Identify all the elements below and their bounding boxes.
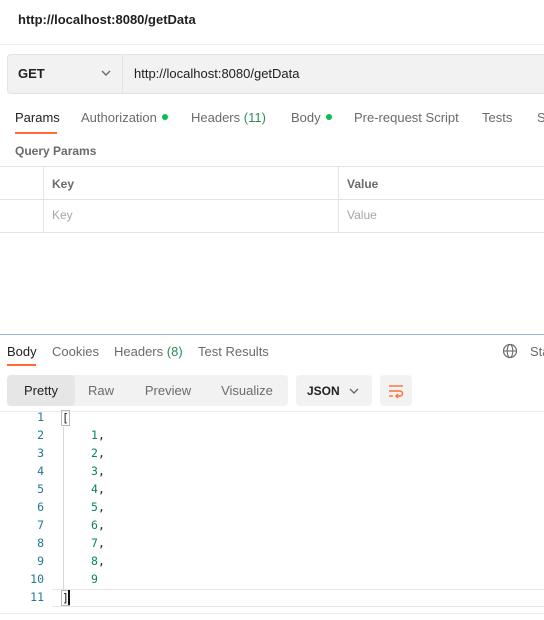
tab-settings[interactable]: S: [537, 110, 544, 125]
table-border: [43, 166, 44, 233]
code-open-bracket: [: [61, 410, 70, 426]
status-dot-icon: [161, 114, 168, 120]
tab-headers-label: Headers: [191, 110, 241, 125]
chevron-down-icon: [349, 388, 359, 394]
tab-headers[interactable]: Headers (11): [191, 110, 266, 125]
table-border: [0, 232, 544, 233]
method-select[interactable]: GET: [18, 66, 45, 81]
url-input[interactable]: http://localhost:8080/getData: [134, 66, 300, 81]
text-cursor: [68, 590, 70, 605]
title-divider: [0, 44, 544, 45]
view-preview-button[interactable]: Preview: [136, 375, 200, 406]
query-params-title: Query Params: [15, 144, 97, 158]
tab-cookies[interactable]: Cookies: [52, 344, 99, 359]
request-title: http://localhost:8080/getData: [18, 12, 196, 27]
value-input[interactable]: Value: [347, 208, 377, 222]
table-border: [338, 166, 339, 233]
tab-body[interactable]: Body: [291, 110, 332, 125]
active-tab-indicator: [7, 364, 36, 366]
code-value: 4,: [91, 482, 105, 496]
code-value: 7,: [91, 536, 105, 550]
line-number: 5: [37, 482, 44, 496]
indent-guide: [63, 427, 64, 589]
line-number: 7: [37, 518, 44, 532]
line-number: 3: [37, 446, 44, 460]
current-line-highlight: [52, 589, 544, 590]
pane-resizer[interactable]: [0, 334, 544, 335]
code-value: 6,: [91, 518, 105, 532]
status-dot-icon: [325, 114, 332, 120]
tab-pre-request-script[interactable]: Pre-request Script: [354, 110, 459, 125]
line-number: 9: [37, 554, 44, 568]
line-number: 2: [37, 428, 44, 442]
line-number: 11: [30, 590, 44, 604]
tab-response-headers-label: Headers: [114, 344, 164, 359]
wrap-lines-icon: [389, 385, 404, 399]
response-headers-count: (8): [166, 344, 183, 359]
column-header-key: Key: [52, 177, 75, 191]
table-border: [0, 199, 544, 200]
code-value: 3,: [91, 464, 105, 478]
format-select-label: JSON: [307, 384, 340, 398]
code-value: 2,: [91, 446, 105, 460]
code-value: 5,: [91, 500, 105, 514]
line-number: 8: [37, 536, 44, 550]
tab-authorization[interactable]: Authorization: [81, 110, 168, 125]
editor-border: [0, 613, 544, 614]
table-border: [0, 166, 544, 167]
headers-count: (11): [243, 110, 266, 125]
chevron-down-icon[interactable]: [101, 70, 111, 77]
method-divider: [122, 55, 123, 93]
tab-authorization-label: Authorization: [81, 110, 157, 125]
active-tab-indicator: [15, 132, 57, 134]
editor-border: [0, 411, 544, 412]
tab-params[interactable]: Params: [15, 110, 60, 125]
view-pretty-button[interactable]: Pretty: [7, 375, 75, 406]
line-number: 1: [37, 410, 44, 424]
code-value: 8,: [91, 554, 105, 568]
line-number: 10: [30, 572, 44, 586]
line-number: 4: [37, 464, 44, 478]
status-label: Sta: [530, 344, 544, 359]
view-raw-button[interactable]: Raw: [80, 375, 122, 406]
column-header-value: Value: [347, 177, 379, 191]
code-value: 1,: [91, 428, 105, 442]
line-number: 6: [37, 500, 44, 514]
tab-tests[interactable]: Tests: [482, 110, 512, 125]
globe-icon[interactable]: [502, 343, 518, 359]
tab-response-headers[interactable]: Headers (8): [114, 344, 183, 359]
tab-test-results[interactable]: Test Results: [198, 344, 269, 359]
current-line-highlight: [52, 606, 544, 607]
code-value: 9: [91, 572, 98, 586]
tab-body-label: Body: [291, 110, 321, 125]
key-input[interactable]: Key: [52, 208, 73, 222]
view-visualize-button[interactable]: Visualize: [216, 375, 278, 406]
tab-response-body[interactable]: Body: [7, 344, 37, 359]
